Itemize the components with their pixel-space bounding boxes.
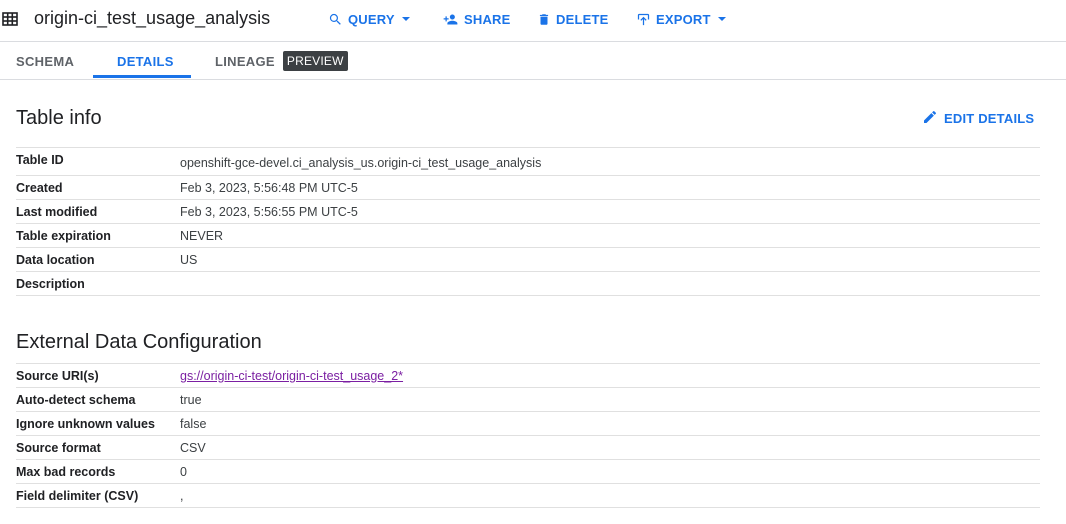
row-value: true <box>180 393 202 407</box>
person-add-icon <box>442 12 459 27</box>
external-config-row: Source format CSV <box>16 435 1040 459</box>
external-config-row: Ignore unknown values false <box>16 411 1040 435</box>
tab-details-label: DETAILS <box>117 53 174 69</box>
tab-schema[interactable]: SCHEMA <box>16 43 74 79</box>
row-value: Feb 3, 2023, 5:56:48 PM UTC-5 <box>180 181 358 195</box>
table-info-heading: Table info <box>16 107 102 129</box>
export-button[interactable]: EXPORT <box>636 0 727 38</box>
preview-badge: PREVIEW <box>282 51 348 71</box>
table-info-row: Table expiration NEVER <box>16 223 1040 247</box>
table-header: origin-ci_test_usage_analysis QUERY SHAR… <box>0 0 1066 42</box>
external-config-row: Max bad records 0 <box>16 459 1040 483</box>
external-config-heading: External Data Configuration <box>16 331 262 353</box>
row-key: Table expiration <box>16 229 111 243</box>
query-button[interactable]: QUERY <box>328 0 411 38</box>
row-key: Description <box>16 277 85 291</box>
row-key: Max bad records <box>16 465 116 479</box>
query-label: QUERY <box>348 11 395 27</box>
row-value: NEVER <box>180 229 224 243</box>
tab-lineage-label: LINEAGE <box>215 53 275 69</box>
tab-lineage[interactable]: LINEAGE PREVIEW <box>215 43 348 79</box>
external-config-row: Field delimiter (CSV) , <box>16 483 1040 508</box>
row-key: Data location <box>16 253 95 267</box>
table-info-row: Last modified Feb 3, 2023, 5:56:55 PM UT… <box>16 199 1040 223</box>
chevron-down-icon <box>717 14 727 24</box>
table-info-row: Created Feb 3, 2023, 5:56:48 PM UTC-5 <box>16 175 1040 199</box>
delete-label: DELETE <box>556 11 609 27</box>
tab-details[interactable]: DETAILS <box>117 43 174 79</box>
export-label: EXPORT <box>656 11 711 27</box>
table-info-row: Description <box>16 271 1040 296</box>
source-uri-link[interactable]: gs://origin-ci-test/origin-ci-test_usage… <box>180 369 403 383</box>
row-value: Feb 3, 2023, 5:56:55 PM UTC-5 <box>180 205 358 219</box>
row-value: US <box>180 253 198 267</box>
search-icon <box>328 12 343 27</box>
table-grid-icon <box>2 11 18 27</box>
row-value: CSV <box>180 441 206 455</box>
chevron-down-icon <box>401 14 411 24</box>
row-value: 0 <box>180 465 187 479</box>
page-title: origin-ci_test_usage_analysis <box>34 8 271 28</box>
tab-schema-label: SCHEMA <box>16 53 75 69</box>
share-button[interactable]: SHARE <box>442 0 511 38</box>
row-key: Ignore unknown values <box>16 417 155 431</box>
share-label: SHARE <box>464 11 511 27</box>
row-key: Created <box>16 181 63 195</box>
edit-details-button[interactable]: EDIT DETAILS <box>922 108 1034 128</box>
external-config-row: Source URI(s) gs://origin-ci-test/origin… <box>16 363 1040 387</box>
row-key: Last modified <box>16 205 98 219</box>
pencil-icon <box>922 109 938 128</box>
row-key: Auto-detect schema <box>16 393 136 407</box>
row-value: openshift-gce-devel.ci_analysis_us.origi… <box>180 156 542 170</box>
active-tab-indicator <box>93 75 191 78</box>
row-key: Table ID <box>16 153 64 167</box>
upload-icon <box>636 12 651 27</box>
row-key: Field delimiter (CSV) <box>16 489 139 503</box>
row-key: Source URI(s) <box>16 369 99 383</box>
row-key: Source format <box>16 441 101 455</box>
delete-button[interactable]: DELETE <box>537 0 608 38</box>
edit-details-label: EDIT DETAILS <box>944 110 1035 126</box>
external-config-row: Auto-detect schema true <box>16 387 1040 411</box>
trash-icon <box>537 12 551 27</box>
table-info-row: Table ID openshift-gce-devel.ci_analysis… <box>16 147 1040 175</box>
table-info-row: Data location US <box>16 247 1040 271</box>
row-value: false <box>180 417 207 431</box>
row-value: , <box>180 489 184 503</box>
